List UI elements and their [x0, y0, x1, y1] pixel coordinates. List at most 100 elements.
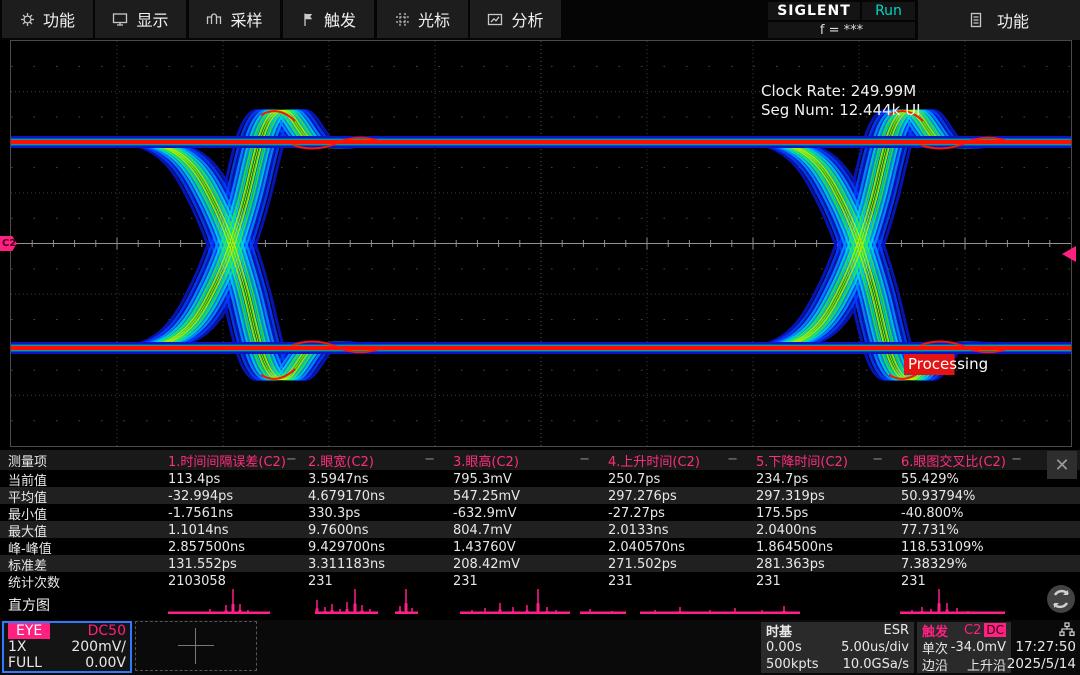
measure-value: 281.363ps	[748, 557, 893, 572]
menu-label: 显示	[136, 7, 168, 31]
measure-value: 231	[600, 574, 748, 589]
timebase-box[interactable]: 时基 ESR 0.00s 5.00us/div 500kpts 10.0GSa/…	[761, 622, 914, 673]
menu-item-display[interactable]: 显示	[95, 0, 186, 38]
measure-value: -1.7561ns	[160, 506, 300, 521]
measure-value: 1.43760V	[445, 540, 600, 555]
measure-value: 50.93794%	[893, 489, 1080, 504]
function-menu-button[interactable]: 功能	[918, 0, 1080, 40]
memory-depth: 500kpts	[766, 657, 818, 672]
remove-measure-icon[interactable]: −	[872, 455, 883, 465]
waveform-plot-area[interactable]: Clock Rate: 249.99M Seg Num: 12.444k UI …	[10, 40, 1072, 447]
table-row: 最大值1.1014ns9.7600ns804.7mV2.0133ns2.0400…	[0, 521, 1080, 538]
processing-indicator: Processing	[904, 354, 994, 375]
measure-value: 231	[445, 574, 600, 589]
menu-label: 分析	[511, 7, 543, 31]
lan-network-icon	[1059, 622, 1075, 637]
vertical-offset: 0.00V	[85, 655, 126, 671]
measure-column-header: 5.下降时间(C2) −	[748, 451, 893, 470]
menu-label: 触发	[324, 7, 356, 31]
system-clock: 17:27:50 2025/5/14	[1013, 622, 1078, 673]
measure-value: 131.552ps	[160, 557, 300, 572]
bandwidth-limit: FULL	[8, 655, 42, 671]
measure-value: 297.319ps	[748, 489, 893, 504]
menu-label: 采样	[230, 7, 262, 31]
measure-value: -32.994ps	[160, 489, 300, 504]
measure-value: 175.5ps	[748, 506, 893, 521]
measure-column-header: 4.上升时间(C2) −	[600, 451, 748, 470]
table-row: 当前值113.4ps3.5947ns795.3mV250.7ps234.7ps5…	[0, 470, 1080, 487]
flag-icon	[301, 12, 316, 27]
table-row: 标准差131.552ps3.311183ns208.42mV271.502ps2…	[0, 555, 1080, 572]
table-body: 当前值113.4ps3.5947ns795.3mV250.7ps234.7ps5…	[0, 470, 1080, 589]
menu-label: 功能	[43, 7, 75, 31]
table-header-row: 测量项 1.时间间隔误差(C2) − 2.眼宽(C2) − 3.眼高(C2) −…	[0, 450, 1080, 470]
vertical-scale: 200mV/	[71, 639, 126, 655]
measure-value: 2.857500ns	[160, 540, 300, 555]
measure-value: -40.800%	[893, 506, 1080, 521]
measure-value: 77.731%	[893, 523, 1080, 538]
freq-counter: f = ***	[768, 22, 915, 38]
brand-status-box: SIGLENT Run	[768, 2, 915, 20]
measure-value: 804.7mV	[445, 523, 600, 538]
menu-item-acquire[interactable]: 采样	[189, 0, 280, 38]
trigger-box[interactable]: 触发 C2DC 单次 -34.0mV 边沿 上升沿	[917, 622, 1011, 673]
timebase-scale: 5.00us/div	[841, 640, 909, 655]
acquisition-mode: ESR	[884, 623, 910, 638]
system-date: 2025/5/14	[1007, 656, 1076, 672]
top-menu-bar: 功能 显示 采样 触发 光标	[0, 0, 1080, 40]
trigger-delay: 0.00s	[766, 640, 802, 655]
acquire-icon	[206, 12, 222, 27]
measure-value: 231	[300, 574, 445, 589]
table-row: 最小值-1.7561ns330.3ps-632.9mV-27.27ps175.5…	[0, 504, 1080, 521]
table-row: 平均值-32.994ps4.679170ns547.25mV297.276ps2…	[0, 487, 1080, 504]
measure-value: 547.25mV	[445, 489, 600, 504]
menu-item-analysis[interactable]: 分析	[470, 0, 561, 38]
close-table-button[interactable]: ✕	[1047, 451, 1077, 479]
sample-rate: 10.0GSa/s	[843, 657, 909, 672]
measure-value: 208.42mV	[445, 557, 600, 572]
measure-column-header: 1.时间间隔误差(C2) −	[160, 451, 300, 470]
trigger-coupling-badge: DC	[984, 623, 1006, 637]
menu-item-function[interactable]: 功能	[2, 0, 93, 38]
remove-measure-icon[interactable]: −	[424, 455, 435, 465]
timebase-title: 时基	[766, 621, 792, 640]
trigger-source: C2	[964, 623, 981, 638]
measure-value: 3.5947ns	[300, 472, 445, 487]
menu-item-trigger[interactable]: 触发	[283, 0, 374, 38]
trigger-type: 边沿	[922, 655, 948, 674]
measure-value: -27.27ps	[600, 506, 748, 521]
measure-value: 330.3ps	[300, 506, 445, 521]
measure-value: 2.0400ns	[748, 523, 893, 538]
measure-value: -632.9mV	[445, 506, 600, 521]
refresh-icon[interactable]	[1044, 582, 1078, 616]
trigger-level: -34.0mV	[951, 640, 1006, 655]
empty-channel-slot[interactable]	[135, 621, 257, 671]
probe-attenuation: 1X	[8, 639, 27, 655]
table-row: 峰-峰值2.857500ns9.429700ns1.43760V2.040570…	[0, 538, 1080, 555]
channel-descriptor-box[interactable]: EYE DC50 1X 200mV/ FULL 0.00V	[2, 621, 132, 673]
channel-coupling: DC50	[88, 623, 126, 639]
remove-measure-icon[interactable]: −	[579, 455, 590, 465]
menu-label: 功能	[997, 8, 1029, 32]
measure-value: 113.4ps	[160, 472, 300, 487]
measure-value: 795.3mV	[445, 472, 600, 487]
remove-measure-icon[interactable]: −	[727, 455, 738, 465]
table-row: 统计次数2103058231231231231231	[0, 572, 1080, 589]
menu-item-cursor[interactable]: 光标	[377, 0, 468, 38]
measure-value: 9.429700ns	[300, 540, 445, 555]
remove-measure-icon[interactable]: −	[286, 455, 297, 465]
measure-value: 234.7ps	[748, 472, 893, 487]
system-time: 17:27:50	[1015, 639, 1076, 655]
crosshair-icon	[178, 628, 214, 664]
measure-value: 7.38329%	[893, 557, 1080, 572]
eye-measurement-annotation: Clock Rate: 249.99M Seg Num: 12.444k UI	[761, 82, 921, 120]
histogram-strip: 直方图	[0, 589, 1080, 618]
channel-name-badge: EYE	[8, 623, 50, 639]
measurement-table: 测量项 1.时间间隔误差(C2) − 2.眼宽(C2) − 3.眼高(C2) −…	[0, 450, 1080, 589]
measure-value: 297.276ps	[600, 489, 748, 504]
remove-measure-icon[interactable]: −	[1011, 455, 1022, 465]
histogram-plot	[0, 589, 1080, 618]
run-status[interactable]: Run	[862, 2, 915, 20]
measure-value: 9.7600ns	[300, 523, 445, 538]
measure-column-header: 2.眼宽(C2) −	[300, 451, 445, 470]
